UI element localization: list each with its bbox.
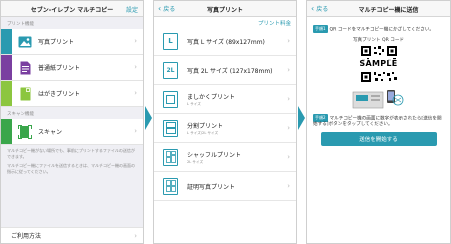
size-label: ましかくプリント xyxy=(187,93,236,101)
print-fee-link[interactable]: プリント料金 xyxy=(258,19,291,27)
size-option-split[interactable]: 分割プリント L サイズ/2L サイズ › xyxy=(154,114,296,143)
usage-guide-label: ご利用方法 xyxy=(11,233,42,240)
menu-label: スキャン xyxy=(38,129,63,136)
size-sublabel: L サイズ xyxy=(187,101,201,106)
info-note: マルチコピー機にファイルを送信するときは、マルチコピー機の画面の指示に従ってくだ… xyxy=(7,163,135,174)
step2-tag: 手順2 xyxy=(313,113,328,122)
chevron-right-icon: › xyxy=(287,95,290,103)
send-to-multicopy-screen: ‹ 戻る マルチコピー機に送信 手順1 QR コードをマルチコピー機にかざしてくだ… xyxy=(306,0,451,244)
chevron-right-icon: › xyxy=(134,232,137,240)
flow-arrow-icon xyxy=(144,104,153,132)
screen-title: 写真プリント xyxy=(206,7,243,14)
chevron-right-icon: › xyxy=(287,153,290,161)
chevron-right-icon: › xyxy=(287,124,290,132)
usage-guide-row[interactable]: ご利用方法 › xyxy=(1,227,143,243)
qr-caption: 写真プリント QR コード xyxy=(352,37,405,43)
step1-tag: 手順1 xyxy=(313,25,328,33)
chevron-right-icon: › xyxy=(287,37,290,45)
size-label: 写真 2L サイズ (127x178mm) xyxy=(187,67,273,75)
color-stripe xyxy=(1,55,12,80)
step2-instruction: 手順2 マルチコピー機の画面に数字が表示されたら[送信を開始する]ボタンをタップし… xyxy=(313,113,444,129)
menu-item-scan[interactable]: スキャン › xyxy=(1,119,143,145)
id-photo-icon xyxy=(163,177,178,195)
size-sublabel: 2L サイズ xyxy=(187,159,204,164)
menu-label: 普通紙プリント xyxy=(38,65,81,72)
size-label: 写真 L サイズ (89x127mm) xyxy=(187,38,265,46)
split-print-icon xyxy=(163,119,178,137)
size-2l-icon: 2L xyxy=(163,61,178,79)
photo-print-screen: ‹ 戻る 写真プリント プリント料金 L 写真 L サイズ (89x127mm)… xyxy=(153,0,297,244)
color-stripe xyxy=(1,119,12,144)
multicopy-home-screen: セブン-イレブン マルチコピー 設定 プリント機能 写真プリント › 普通紙プリ… xyxy=(0,0,144,244)
size-option-id-photo[interactable]: 証明写真プリント › xyxy=(154,172,296,201)
size-label: 分割プリント xyxy=(187,122,224,130)
step2-text: マルチコピー機の画面に数字が表示されたら[送信を開始する]ボタンをタップしてくだ… xyxy=(313,116,442,127)
nav-bar: ‹ 戻る 写真プリント xyxy=(154,1,296,17)
chevron-right-icon: › xyxy=(287,182,290,190)
shuffle-print-icon xyxy=(163,148,178,166)
chevron-right-icon: › xyxy=(134,127,137,135)
scan-section-header: スキャン機能 xyxy=(7,112,34,117)
size-option-shuffle[interactable]: シャッフルプリント 2L サイズ › xyxy=(154,143,296,172)
screen-title: マルチコピー機に送信 xyxy=(358,7,419,14)
settings-button[interactable]: 設定 xyxy=(126,5,138,14)
chevron-right-icon: › xyxy=(134,63,137,71)
nav-bar: セブン-イレブン マルチコピー 設定 xyxy=(1,1,143,17)
flow-arrow-icon xyxy=(297,104,306,132)
qr-code-image: SAMPLE xyxy=(357,44,400,83)
size-option-l[interactable]: L 写真 L サイズ (89x127mm) › xyxy=(154,27,296,56)
chevron-right-icon: › xyxy=(134,89,137,97)
step2-block: 手順2 マルチコピー機の画面に数字が表示されたら[送信を開始する]ボタンをタップし… xyxy=(307,110,450,129)
menu-item-postcard-print[interactable]: はがきプリント › xyxy=(1,81,143,107)
sample-watermark: SAMPLE xyxy=(357,58,400,68)
color-stripe xyxy=(1,81,12,106)
info-note: マルチコピー機がない場所でも、事前にプリントするファイルの送信ができます。 xyxy=(7,148,135,159)
size-option-square[interactable]: ましかくプリント L サイズ › xyxy=(154,85,296,114)
nav-bar: ‹ 戻る マルチコピー機に送信 xyxy=(307,1,450,17)
scan-icon xyxy=(18,124,32,139)
menu-label: はがきプリント xyxy=(38,91,81,98)
menu-item-photo-print[interactable]: 写真プリント › xyxy=(1,29,143,55)
color-stripe xyxy=(1,29,12,54)
photo-icon xyxy=(18,35,32,49)
size-label: シャッフルプリント xyxy=(187,151,242,159)
fee-bar: プリント料金 xyxy=(154,17,296,27)
step1-instruction: 手順1 QR コードをマルチコピー機にかざしてください。 xyxy=(313,25,444,34)
chevron-left-icon: ‹ xyxy=(311,3,315,13)
step1-block: 手順1 QR コードをマルチコピー機にかざしてください。 xyxy=(307,17,450,34)
chevron-right-icon: › xyxy=(287,66,290,74)
size-label: 証明写真プリント xyxy=(187,183,236,191)
document-icon xyxy=(18,61,32,75)
chevron-right-icon: › xyxy=(134,37,137,45)
start-send-button[interactable]: 送信を開始する xyxy=(320,132,437,146)
square-print-icon xyxy=(163,90,178,108)
menu-item-plain-paper-print[interactable]: 普通紙プリント › xyxy=(1,55,143,81)
size-l-icon: L xyxy=(163,32,178,50)
size-option-2l[interactable]: 2L 写真 2L サイズ (127x178mm) › xyxy=(154,56,296,85)
multicopy-machine-icon xyxy=(351,86,407,110)
print-section-header: プリント機能 xyxy=(7,22,34,27)
postcard-icon xyxy=(18,87,32,101)
step1-text: QR コードをマルチコピー機にかざしてください。 xyxy=(329,27,435,33)
back-button[interactable]: ‹ 戻る xyxy=(311,4,328,13)
app-title: セブン-イレブン マルチコピー xyxy=(30,7,114,14)
size-sublabel: L サイズ/2L サイズ xyxy=(187,130,219,135)
menu-label: 写真プリント xyxy=(38,39,75,46)
